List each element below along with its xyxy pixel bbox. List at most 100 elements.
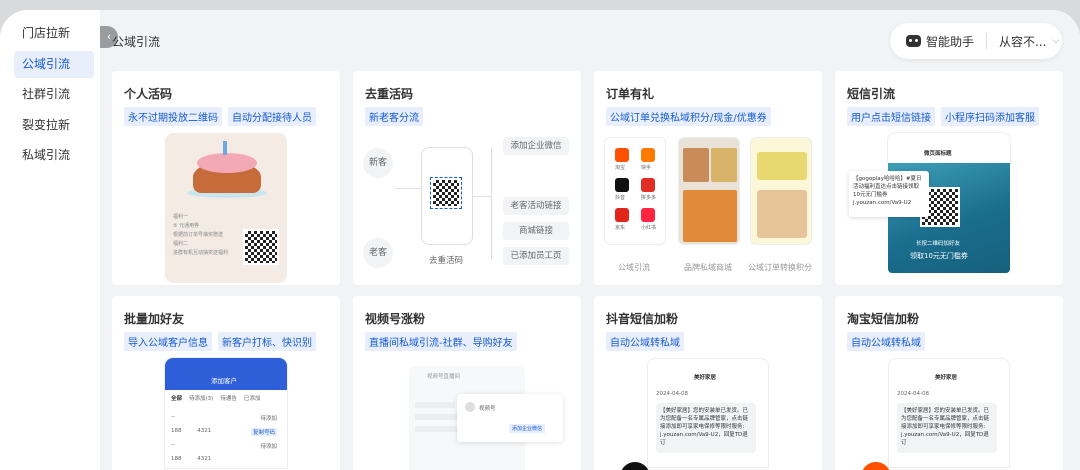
live-room-label: 视频号直播间: [427, 374, 461, 380]
tag: 永不过期投放二维码: [124, 107, 222, 126]
phone-header-title: 添加客户: [211, 377, 237, 385]
phone-frame: 微页面标题: [888, 133, 1010, 163]
card-title: 短信引流: [847, 87, 896, 101]
candle-icon: [223, 141, 227, 155]
banner-caption: 长按二维码加好友: [916, 241, 961, 247]
xiaohongshu-icon: [641, 208, 655, 222]
app-label: 快手: [641, 165, 652, 171]
card-title: 批量加好友: [124, 312, 185, 326]
main-content: ‹ 公域引流 智能助手 从容不... ⌵ 个人活码 永不过期投放二维码 自动分配…: [100, 10, 1080, 470]
row-name: --: [171, 442, 175, 448]
card-title: 订单有礼: [606, 87, 655, 101]
card-title: 抖音短信加粉: [606, 312, 679, 326]
shop-name: 美好家居: [935, 375, 958, 381]
tag-list: 用户点击短信链接 小程序扫码添加客服: [847, 107, 1039, 126]
sms-message: 【美好家居】您的安装单已发货。已为您配备一名专属品牌管家，点击链接添加即可享家电…: [656, 403, 756, 453]
card-sms-traffic[interactable]: 短信引流 用户点击短信链接 小程序扫码添加客服 微页面标题 长按二维码加好友 领…: [835, 71, 1063, 285]
connector: [395, 188, 421, 189]
douyin-icon: [615, 178, 629, 192]
tag: 自动公域转私域: [606, 332, 684, 351]
customer-row: -- 待添加 188 4321: [171, 442, 281, 462]
points-exchange-phone: [750, 137, 812, 245]
qr-code: [243, 229, 279, 265]
card-douyin-sms-fans[interactable]: 抖音短信加粉 自动公域转私域 美好家居 2024-04-08 【美好家居】您的安…: [594, 296, 822, 470]
new-customer-node: 新客: [363, 148, 393, 178]
sms-phone-mockup: 美好家居 2024-04-08 【美好家居】您的安装单已发货。已为您配备一名专属…: [647, 358, 769, 468]
row-status: 待添加: [260, 416, 277, 422]
tag: 小程序扫码添加客服: [941, 107, 1039, 126]
micro-page-title: 微页面标题: [924, 151, 952, 157]
row-phone: 188: [171, 428, 182, 434]
message-date: 2024-04-08: [656, 391, 688, 397]
app-label: 抖音: [615, 195, 626, 201]
add-customer-phone: 添加客户 全部 待添加(3) 待通告 已添加 -- 待添加 188 4321 复…: [165, 358, 287, 468]
video-account-popup: 视频号 添加企业微信: [457, 394, 563, 442]
row-code: 4321: [197, 428, 212, 434]
target-old-customer-link: 老客活动链接: [503, 197, 569, 215]
assistant-button[interactable]: 智能助手: [926, 33, 974, 50]
assistant-account-bar: 智能助手 从容不... ⌵: [890, 23, 1062, 59]
phone-tab: 全部: [171, 396, 183, 402]
robot-icon: [906, 35, 921, 47]
tag: 直播间私域引流-社群、导购好友: [365, 332, 517, 351]
phone-tabs: 全部 待添加(3) 待通告 已添加: [171, 394, 260, 402]
card-taobao-sms-fans[interactable]: 淘宝短信加粉 自动公域转私域 美好家居 2024-04-08 【美好家居】您的安…: [835, 296, 1063, 470]
app-window: 门店拉新 公域引流 社群引流 裂变拉新 私域引流 ‹ 公域引流 智能助手 从容不…: [0, 10, 1080, 470]
promo-banner: [757, 152, 807, 180]
connector: [491, 147, 492, 259]
row-status: 待添加: [260, 444, 277, 450]
connector: [473, 196, 491, 197]
poster-line: 福利二: [173, 241, 189, 247]
card-batch-add-friends[interactable]: 批量加好友 导入公域客户信息 新客户打标、快识别 添加客户 全部 待添加(3) …: [112, 296, 340, 470]
phone-tab: 待添加(3): [189, 396, 214, 402]
tag: 自动分配接待人员: [228, 107, 316, 126]
jd-icon: [615, 208, 629, 222]
poster-line: 福利一: [173, 214, 189, 220]
banner-caption: 领取10元无门槛券: [910, 252, 968, 260]
tag: 用户点击短信链接: [847, 107, 935, 126]
copy-number-button: 复制号码: [250, 428, 277, 436]
shop-name: 美好家居: [694, 375, 717, 381]
account-name[interactable]: 从容不...: [999, 33, 1046, 50]
poster-line: 进群有机互动抽奖送福利: [173, 250, 229, 256]
sidebar-item-fission[interactable]: 裂变拉新: [14, 112, 94, 139]
sms-message: 【gogoplay哈哈哈】#夏日活动福利直达点击链接领取 10元无门槛券 j.y…: [849, 171, 929, 217]
sidebar-item-community-traffic[interactable]: 社群引流: [14, 81, 94, 108]
tag: 新客户打标、快识别: [218, 332, 316, 351]
phone-caption: 公域引流: [618, 263, 650, 272]
app-label: 京东: [615, 225, 626, 231]
phone-header: 添加客户: [165, 358, 287, 390]
product-image: [711, 148, 737, 182]
poster-line: 根据前订单号抽奖赠送: [173, 232, 224, 238]
tag: 自动公域转私域: [847, 332, 925, 351]
brand-mall-phone: [678, 137, 740, 245]
app-label: 拼多多: [641, 195, 657, 201]
row-code: 4321: [197, 456, 212, 462]
card-dedup-code[interactable]: 去重活码 新老客分流 新客 老客 去重活码 添加企业微信 老客活动链接 商城链接…: [353, 71, 581, 285]
cake-poster-preview: 福利一 ⑤ 元通用券 根据前订单号抽奖赠送 福利二 进群有机互动抽奖送福利: [165, 133, 287, 283]
card-video-channel-fans[interactable]: 视频号涨粉 直播间私域引流-社群、导购好友 视频号直播间 视频号 添加企业微信: [353, 296, 581, 470]
row-name: --: [171, 414, 175, 420]
qr-caption: 去重活码: [429, 256, 464, 266]
card-personal-code[interactable]: 个人活码 永不过期投放二维码 自动分配接待人员 福利一 ⑤ 元通用券 根据前订单…: [112, 71, 340, 285]
tag-list: 自动公域转私域: [606, 332, 684, 351]
card-order-gift[interactable]: 订单有礼 公域订单兑换私域积分/现金/优惠券 淘宝 快手 抖音 拼多多 京东 小…: [594, 71, 822, 285]
sidebar-item-store-acquisition[interactable]: 门店拉新: [14, 20, 94, 47]
taobao-icon: [615, 148, 629, 162]
chevron-down-icon[interactable]: ⌵: [1052, 36, 1059, 46]
phone-caption: 品牌私域商城: [684, 263, 732, 272]
phone-tab: 待通告: [220, 396, 237, 402]
target-added-staff-page: 已添加员工页: [503, 247, 569, 265]
customer-row: -- 待添加 188 4321 复制号码: [171, 414, 281, 436]
sidebar-item-private-traffic[interactable]: 私域引流: [14, 142, 94, 169]
app-label: 小红书: [641, 225, 657, 231]
sidebar-item-public-traffic[interactable]: 公域引流: [14, 50, 94, 78]
tag: 新老客分流: [365, 107, 423, 126]
divider: [986, 33, 988, 49]
sidebar: 门店拉新 公域引流 社群引流 裂变拉新 私域引流: [0, 10, 100, 470]
cake-topping: [197, 153, 257, 173]
product-image: [683, 148, 709, 182]
sms-phone-mockup: 美好家居 2024-04-08 【美好家居】您的安装单已发货。已为您配备一名专属…: [888, 358, 1010, 468]
product-image: [683, 190, 737, 242]
product-image: [757, 190, 807, 238]
